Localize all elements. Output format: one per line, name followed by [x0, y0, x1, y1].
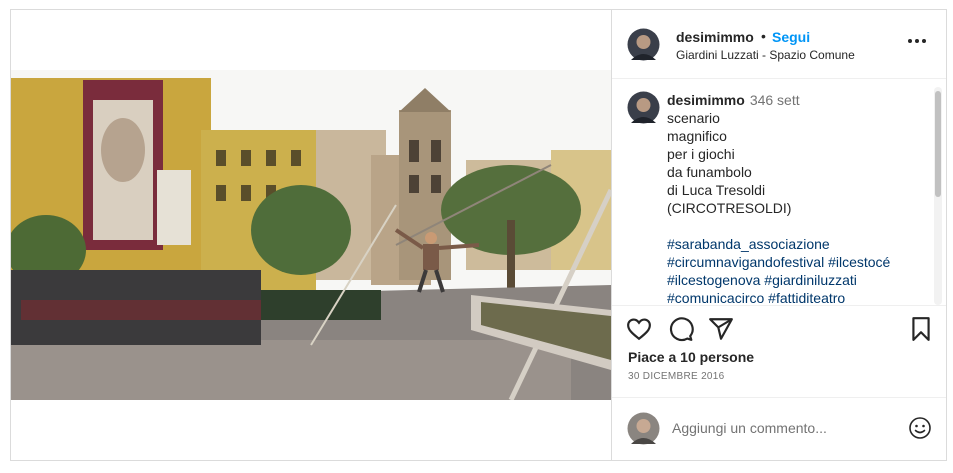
- post-photo: [11, 70, 611, 400]
- caption-username[interactable]: desimimmo: [667, 92, 745, 108]
- caption-avatar[interactable]: [627, 91, 660, 124]
- more-dot-3: [922, 39, 926, 43]
- more-dot-1: [908, 39, 912, 43]
- emoji-icon[interactable]: [908, 416, 932, 440]
- follow-button[interactable]: Segui: [772, 29, 810, 45]
- likes-count[interactable]: Piace a 10 persone: [628, 349, 754, 365]
- more-dot-2: [915, 39, 919, 43]
- comment-input[interactable]: [672, 420, 892, 436]
- hashtag-line[interactable]: #sarabanda_associazione: [667, 235, 927, 253]
- actions-section: Piace a 10 persone 30 DICEMBRE 2016: [612, 305, 946, 398]
- caption-line: da funambolo: [667, 164, 752, 180]
- post-header: desimimmo • Segui Giardini Luzzati - Spa…: [612, 10, 946, 79]
- comment-icon[interactable]: [668, 316, 694, 342]
- post-date[interactable]: 30 DICEMBRE 2016: [628, 371, 725, 382]
- share-icon[interactable]: [708, 316, 734, 342]
- location-link[interactable]: Giardini Luzzati - Spazio Comune: [676, 48, 855, 62]
- hashtag-line[interactable]: #comunicacirco #fattiditeatro: [667, 289, 927, 305]
- caption-line: scenario: [667, 110, 720, 126]
- post-media[interactable]: [11, 10, 611, 460]
- username[interactable]: desimimmo: [676, 29, 754, 45]
- caption-line: di Luca Tresoldi: [667, 182, 766, 198]
- more-options-icon[interactable]: [908, 36, 928, 46]
- scrollbar-thumb[interactable]: [935, 91, 941, 197]
- caption-body: desimimmo 346 sett scenario magnifico per…: [667, 91, 927, 305]
- separator-dot: •: [761, 28, 766, 44]
- caption-scrollbar[interactable]: [934, 87, 942, 305]
- comment-section: [612, 398, 946, 460]
- post-card: desimimmo • Segui Giardini Luzzati - Spa…: [10, 9, 947, 461]
- caption-line: per i giochi: [667, 146, 735, 162]
- side-panel: desimimmo • Segui Giardini Luzzati - Spa…: [611, 10, 946, 460]
- caption-section: desimimmo 346 sett scenario magnifico per…: [612, 79, 946, 305]
- viewer-avatar: [627, 412, 660, 445]
- caption-line: (CIRCOTRESOLDI): [667, 200, 792, 216]
- caption-time[interactable]: 346 sett: [750, 92, 800, 108]
- hashtag-line[interactable]: #circumnavigandofestival #ilcestocé: [667, 253, 927, 271]
- caption-line: magnifico: [667, 128, 727, 144]
- bookmark-icon[interactable]: [908, 316, 934, 342]
- heart-icon[interactable]: [626, 316, 652, 342]
- hashtag-line[interactable]: #ilcestogenova #giardiniluzzati: [667, 271, 927, 289]
- avatar[interactable]: [627, 28, 660, 61]
